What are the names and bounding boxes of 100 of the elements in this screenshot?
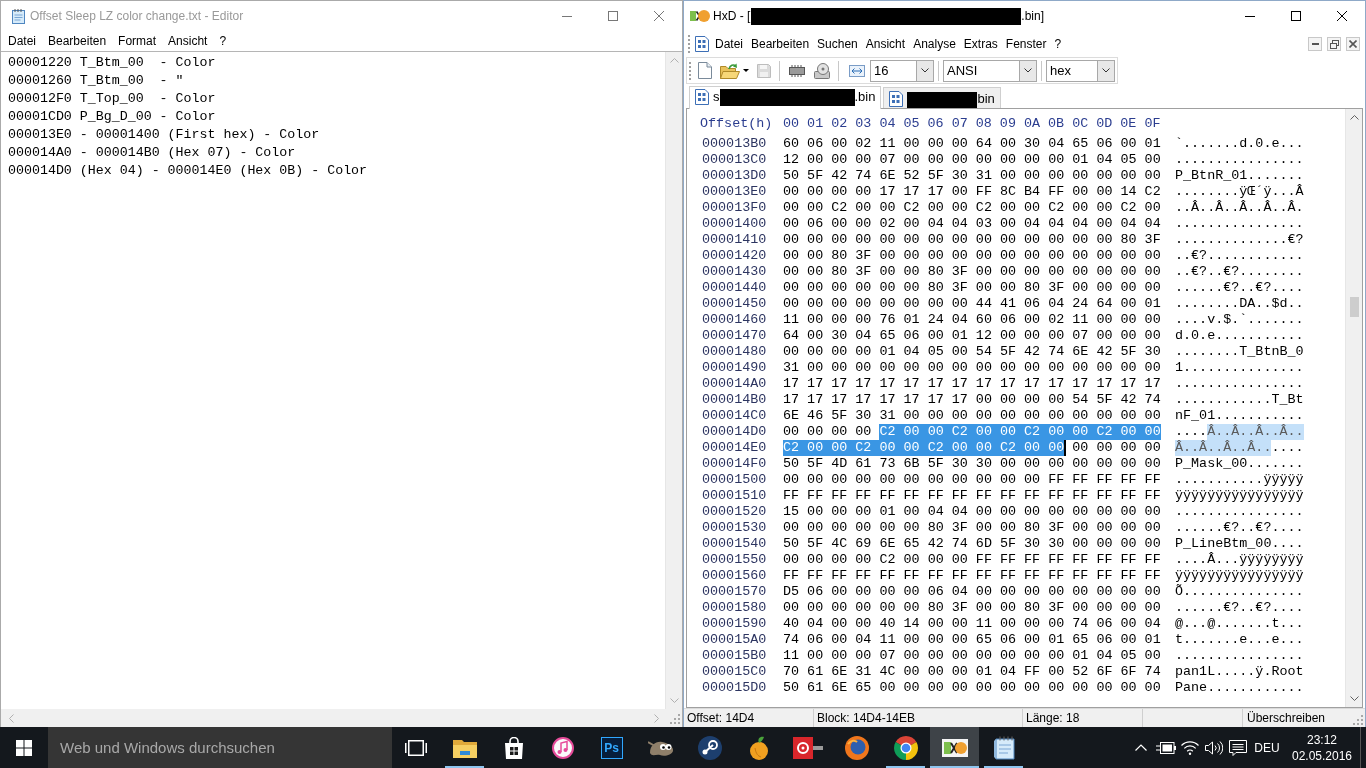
wifi-icon	[1181, 740, 1199, 755]
taskbar-button[interactable]: Ps	[587, 727, 636, 768]
taskbar-button[interactable]	[930, 727, 979, 768]
menu-item[interactable]: Bearbeiten	[42, 31, 113, 51]
hex-bytes: 70 61 6E 31 4C 00 00 00 01 04 FF 00 52 6F 6F 74	[783, 664, 1161, 680]
row-offset: 00001430	[702, 264, 768, 280]
target-tile-icon	[792, 736, 823, 759]
number-base-dropdown[interactable]: hex	[1046, 59, 1115, 82]
hex-bytes: 15 00 00 00 01 00 04 04 00 00 00 00 00 00 00 00	[783, 504, 1161, 520]
menu-item[interactable]: Ansicht	[861, 33, 910, 55]
row-offset: 000013E0	[702, 184, 768, 200]
scrollbar[interactable]	[665, 52, 682, 709]
search-field[interactable]: Web und Windows durchsuchen	[48, 727, 392, 768]
ascii-text: P_Mask_00.......	[1175, 456, 1304, 472]
restore-button[interactable]	[1327, 37, 1341, 51]
ascii-text: nF_01...........	[1175, 408, 1304, 424]
chevron-up-icon	[1135, 744, 1147, 751]
hex-bytes: 00 00 00 00 00 00 80 3F 00 00 80 3F 00 00 00 00	[783, 280, 1161, 296]
mascot-icon	[647, 738, 674, 757]
notification-icon	[1229, 739, 1247, 756]
scroll-thumb[interactable]	[1349, 297, 1359, 317]
hex-bytes: 50 5F 42 74 6E 52 5F 30 31 00 00 00 00 00 00 00	[783, 168, 1161, 184]
hex-bytes: 74 06 00 04 11 00 00 00 65 06 00 01 65 06 00 01	[783, 632, 1161, 648]
menu-item[interactable]: Extras	[959, 33, 1002, 55]
music-note-icon	[551, 736, 574, 759]
hex-bytes: 00 06 00 00 02 00 04 04 03 00 04 04 04 00 04 04	[783, 216, 1161, 232]
speaker-icon	[1205, 740, 1223, 755]
column-header: 01	[807, 116, 824, 132]
restore-icon	[1329, 39, 1339, 49]
ascii-text: ......€?..€?....	[1175, 280, 1304, 296]
menu-item[interactable]: ?	[1050, 33, 1066, 55]
menu-item[interactable]: Ansicht	[162, 31, 214, 51]
column-header: 02	[831, 116, 848, 132]
ascii-text: ................	[1175, 376, 1304, 392]
column-header: 0F	[1144, 116, 1161, 132]
menu-item[interactable]: Suchen	[813, 33, 862, 55]
menu-item[interactable]: Datei	[711, 33, 747, 55]
hex-bytes: 00 00 C2 00 00 C2 00 00 C2 00 00 C2 00 00 C2 00	[783, 200, 1161, 216]
menu-item[interactable]: Bearbeiten	[747, 33, 814, 55]
ascii-text: ....Â...ÿÿÿÿÿÿÿÿ	[1175, 552, 1304, 568]
ascii-text: ..............€?	[1175, 232, 1304, 248]
scrollbar[interactable]	[1, 709, 665, 727]
hex-bytes: C2 00 00 C2 00 00 C2 00 00 C2 00 00	[783, 440, 1067, 456]
menu-item[interactable]: Datei	[2, 31, 42, 51]
hex-bytes: 6E 46 5F 30 31 00 00 00 00 00 00 00 00 00 00 00	[783, 408, 1161, 424]
size-grip-icon[interactable]	[670, 714, 680, 724]
memory-chip-icon	[788, 64, 806, 77]
chevron-down-icon	[1102, 68, 1110, 73]
app-logo-icon	[690, 10, 710, 22]
minimize-icon	[562, 15, 572, 17]
row-width-dropdown[interactable]: 16	[870, 59, 934, 82]
row-offset: 000014E0	[702, 440, 768, 456]
hex-bytes: D5 06 00 00 00 00 06 04 00 00 00 00 00 00 00 00	[783, 584, 1161, 600]
ascii-text: `.......d.0.e...	[1175, 136, 1304, 152]
chevron-down-icon	[921, 68, 929, 73]
menu-item[interactable]: Analyse	[909, 33, 960, 55]
file-tab[interactable]: s .bin	[689, 86, 882, 109]
scroll-up-icon	[669, 58, 679, 63]
ascii-text: ........T_BtnB_0	[1175, 344, 1304, 360]
document-icon[interactable]	[695, 36, 709, 52]
close-button[interactable]	[1346, 37, 1360, 51]
scrollbar[interactable]	[1345, 109, 1362, 707]
save-icon	[757, 63, 771, 78]
column-header: 0C	[1072, 116, 1089, 132]
hex-bytes: 00 00 00 00	[783, 424, 872, 440]
ascii-text: ................	[1175, 648, 1304, 664]
text-line: 000014A0 - 000014B0 (Hex 07) - Color	[8, 144, 297, 162]
close-icon	[654, 11, 664, 21]
menu-item[interactable]: Format	[112, 31, 163, 51]
minimize-button[interactable]	[1308, 37, 1322, 51]
column-header: 0D	[1096, 116, 1113, 132]
ascii-text: ...........ÿÿÿÿÿ	[1175, 472, 1304, 488]
language-button[interactable]: DEU	[1250, 727, 1284, 768]
row-offset: 00001480	[702, 344, 768, 360]
hex-bytes: C2 00 00 C2 00 00 C2 00 00 C2 00 00	[879, 424, 1161, 440]
windows-logo-icon	[16, 739, 32, 756]
row-offset: 000013B0	[702, 136, 768, 152]
menu-item[interactable]: Fenster	[1001, 33, 1051, 55]
file-tab[interactable]: bin	[883, 87, 1001, 108]
scroll-down-icon	[669, 698, 679, 703]
caret-icon	[743, 69, 749, 72]
chevron-down-icon	[1024, 68, 1032, 73]
battery-plug-icon	[1156, 741, 1176, 754]
ascii-text: ..€?............	[1175, 248, 1304, 264]
row-offset: 00001580	[702, 600, 768, 616]
ascii-text: ................	[1175, 152, 1304, 168]
clock-date[interactable]: 02.05.2016	[1291, 747, 1353, 764]
charset-dropdown[interactable]: ANSI	[943, 59, 1037, 82]
app-logo-icon	[941, 738, 968, 757]
menu-item[interactable]: ?	[213, 31, 233, 51]
row-offset: 00001400	[702, 216, 768, 232]
clock-time[interactable]: 23:12	[1307, 731, 1337, 748]
column-header: 0A	[1023, 116, 1040, 132]
scroll-up-icon	[1349, 115, 1359, 120]
window-title-end: .bin]	[1021, 9, 1045, 23]
ascii-text: ..€?..€?........	[1175, 264, 1304, 280]
row-offset: 00001440	[702, 280, 768, 296]
size-grip-icon[interactable]	[1353, 715, 1363, 725]
text-line: 00001220 T_Btm_00 - Color	[8, 54, 217, 72]
column-header: 05	[903, 116, 920, 132]
